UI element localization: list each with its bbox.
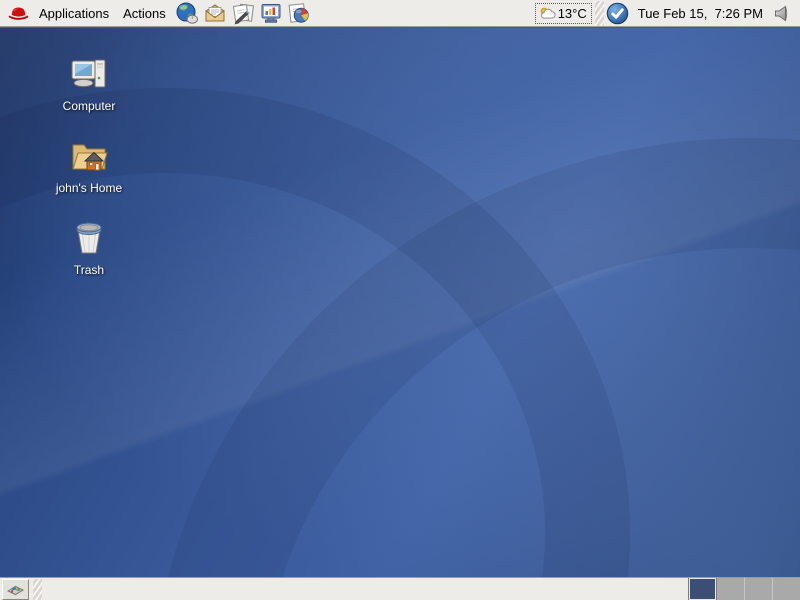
desktop-surface[interactable]: Computer john's Home — [0, 28, 800, 577]
workspace-cell[interactable] — [717, 578, 745, 600]
desktop-icon-label: Computer — [63, 99, 116, 113]
desktop-icon-column: Computer john's Home — [41, 54, 137, 300]
trash-icon — [68, 218, 110, 260]
web-browser-icon[interactable] — [174, 0, 200, 26]
update-check-icon[interactable] — [606, 2, 629, 25]
show-desktop-icon — [6, 582, 25, 597]
spreadsheet-icon[interactable] — [286, 0, 312, 26]
presentation-icon[interactable] — [258, 0, 284, 26]
desktop-icon-computer[interactable]: Computer — [41, 54, 137, 113]
speaker-icon[interactable] — [773, 5, 791, 22]
clock[interactable]: Tue Feb 15, 7:26 PM — [638, 6, 763, 21]
email-icon[interactable] — [202, 0, 228, 26]
menu-applications[interactable]: Applications — [32, 2, 116, 25]
desktop-icon-label: john's Home — [56, 181, 122, 195]
workspace-cell[interactable] — [745, 578, 773, 600]
redhat-menu-icon[interactable] — [5, 0, 31, 26]
weather-applet[interactable]: 13°C — [535, 3, 592, 24]
show-desktop-button[interactable] — [2, 579, 29, 600]
word-processor-icon[interactable] — [230, 0, 256, 26]
menu-actions[interactable]: Actions — [116, 2, 173, 25]
desktop-icon-label: Trash — [74, 263, 104, 277]
applet-drag-handle[interactable] — [33, 579, 42, 600]
home-folder-icon — [68, 136, 110, 178]
workspace-switcher — [688, 578, 800, 600]
computer-icon — [68, 54, 110, 96]
cloud-sun-icon — [539, 6, 556, 20]
applet-drag-handle[interactable] — [595, 1, 604, 26]
workspace-cell[interactable] — [773, 578, 800, 600]
top-panel: Applications Actions — [0, 0, 800, 27]
workspace-cell[interactable] — [689, 578, 717, 600]
weather-temperature: 13°C — [558, 6, 587, 21]
desktop-icon-home[interactable]: john's Home — [41, 136, 137, 195]
desktop-screen: Applications Actions — [0, 0, 800, 600]
desktop-icon-trash[interactable]: Trash — [41, 218, 137, 277]
bottom-panel — [0, 577, 800, 600]
